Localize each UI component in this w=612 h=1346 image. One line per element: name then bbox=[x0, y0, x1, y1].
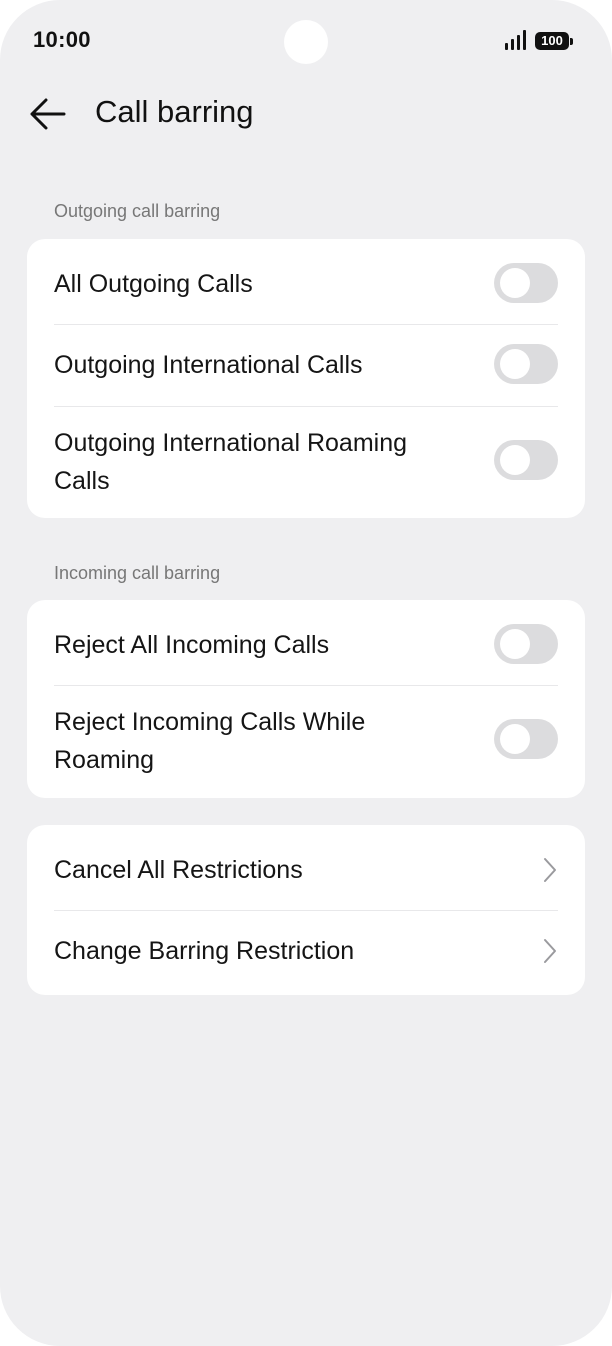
row-label: Outgoing International Calls bbox=[54, 351, 363, 379]
chevron-right-icon bbox=[544, 858, 556, 882]
toggle-row-reject-all-incoming[interactable]: Reject All Incoming Calls bbox=[54, 600, 558, 685]
row-label: Reject All Incoming Calls bbox=[54, 631, 330, 659]
battery-indicator: 100 bbox=[535, 32, 573, 50]
status-bar: 10:00 100 bbox=[0, 0, 612, 80]
signal-icon bbox=[505, 30, 526, 50]
section-label-outgoing: Outgoing call barring bbox=[54, 201, 221, 221]
toggle-switch[interactable] bbox=[494, 624, 558, 664]
section-label-incoming: Incoming call barring bbox=[54, 563, 221, 583]
toggle-switch[interactable] bbox=[494, 719, 558, 759]
chevron-right-icon bbox=[544, 939, 556, 963]
toggle-knob bbox=[500, 445, 530, 475]
nav-row-change-barring-restriction[interactable]: Change Barring Restriction bbox=[54, 911, 558, 995]
phone-screen: 10:00 100 Call barring Outgoing call bar… bbox=[0, 0, 612, 1346]
row-label: Reject Incoming Calls While Roaming bbox=[54, 708, 366, 774]
nav-row-cancel-all-restrictions[interactable]: Cancel All Restrictions bbox=[54, 825, 558, 910]
toggle-switch[interactable] bbox=[494, 344, 558, 384]
toggle-knob bbox=[500, 268, 530, 298]
toggle-row-all-outgoing[interactable]: All Outgoing Calls bbox=[54, 239, 558, 324]
toggle-row-reject-incoming-roaming[interactable]: Reject Incoming Calls While Roaming bbox=[54, 686, 558, 798]
toggle-knob bbox=[500, 349, 530, 379]
toggle-row-outgoing-international[interactable]: Outgoing International Calls bbox=[54, 325, 558, 406]
back-button[interactable] bbox=[24, 92, 72, 136]
row-label: Outgoing International Roaming Calls bbox=[54, 429, 408, 495]
page-title: Call barring bbox=[95, 94, 254, 129]
incoming-card: Reject All Incoming Calls Reject Incomin… bbox=[27, 600, 585, 798]
outgoing-card: All Outgoing Calls Outgoing Internationa… bbox=[27, 239, 585, 518]
actions-card: Cancel All Restrictions Change Barring R… bbox=[27, 825, 585, 995]
toggle-switch[interactable] bbox=[494, 263, 558, 303]
camera-cutout bbox=[284, 20, 328, 64]
toggle-knob bbox=[500, 724, 530, 754]
arrow-left-icon bbox=[30, 98, 66, 130]
toggle-knob bbox=[500, 629, 530, 659]
toggle-switch[interactable] bbox=[494, 440, 558, 480]
app-header: Call barring bbox=[0, 80, 612, 150]
row-label: Change Barring Restriction bbox=[54, 937, 355, 965]
row-label: Cancel All Restrictions bbox=[54, 856, 303, 884]
row-label: All Outgoing Calls bbox=[54, 270, 253, 298]
toggle-row-outgoing-international-roaming[interactable]: Outgoing International Roaming Calls bbox=[54, 407, 558, 518]
status-time: 10:00 bbox=[33, 27, 91, 52]
